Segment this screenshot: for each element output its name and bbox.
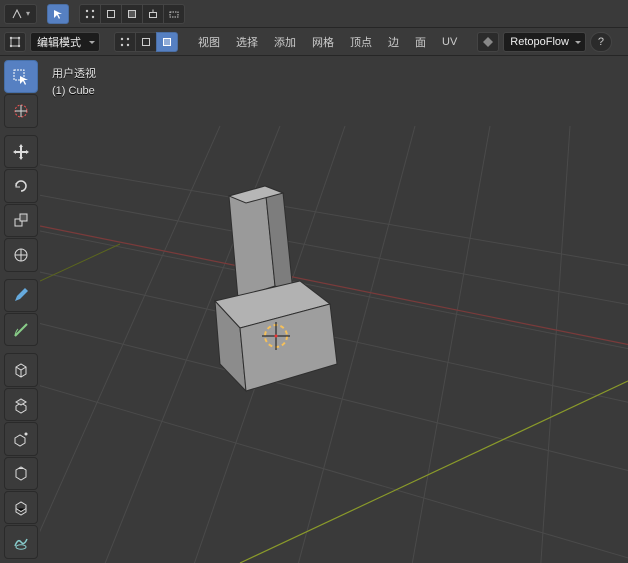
edge-icon — [105, 8, 117, 20]
transform-orientation[interactable]: ▾ — [4, 4, 37, 24]
viewport-overlay: 用户透视 (1) Cube — [52, 66, 96, 99]
mesh-sel-edge[interactable] — [135, 32, 157, 52]
help-button[interactable]: ? — [590, 32, 612, 52]
menu-select[interactable]: 选择 — [230, 32, 264, 52]
vertex-dots-icon — [84, 8, 96, 20]
menu-view[interactable]: 视图 — [192, 32, 226, 52]
viewport-3d[interactable]: 用户透视 (1) Cube — [40, 56, 628, 563]
tool-scale[interactable] — [4, 204, 38, 237]
tool-select-box[interactable] — [4, 60, 38, 93]
menu-mesh[interactable]: 网格 — [306, 32, 340, 52]
menu-face[interactable]: 面 — [409, 32, 432, 52]
tool-smooth[interactable] — [4, 525, 38, 558]
rotate-icon — [12, 177, 30, 195]
face-icon — [126, 8, 138, 20]
scale-icon — [12, 211, 30, 229]
bevel-icon — [12, 464, 30, 482]
tool-move[interactable] — [4, 135, 38, 168]
menu-uv[interactable]: UV — [436, 32, 463, 52]
tool-extrude-region[interactable] — [4, 388, 38, 421]
cube-icon — [12, 361, 30, 379]
tool-rotate[interactable] — [4, 169, 38, 202]
smooth-icon — [12, 533, 30, 551]
tool-annotate[interactable] — [4, 279, 38, 312]
loopcut-icon — [12, 499, 30, 517]
tool-cursor[interactable] — [4, 94, 38, 127]
orientation-icon — [11, 8, 23, 20]
sel-mode-vertex[interactable] — [79, 4, 101, 24]
face-icon — [161, 36, 173, 48]
help-icon: ? — [598, 36, 604, 48]
mesh-sel-vertex[interactable] — [114, 32, 136, 52]
mesh-select-mode-group — [114, 32, 178, 52]
tool-shelf — [0, 56, 40, 563]
edge-icon — [140, 36, 152, 48]
menu-vertex[interactable]: 顶点 — [344, 32, 378, 52]
overlay-toggle[interactable] — [477, 32, 499, 52]
header-toolbar-2: 编辑模式 视图 选择 添加 网格 顶点 边 面 UV RetopoFlow ? — [0, 28, 628, 56]
cursor-tool-button[interactable] — [47, 4, 69, 24]
diamond-icon — [483, 37, 493, 47]
sel-mode-normal[interactable] — [142, 4, 164, 24]
extrude-icon — [12, 396, 30, 414]
normal-icon — [147, 8, 159, 20]
tool-measure[interactable] — [4, 313, 38, 346]
sel-mode-island[interactable] — [163, 4, 185, 24]
mode-icon-button[interactable] — [4, 32, 26, 52]
overlay-object: (1) Cube — [52, 83, 96, 100]
extrude-cursor-icon — [12, 430, 30, 448]
vertex-icon — [119, 36, 131, 48]
select-box-icon — [12, 68, 30, 86]
retopoflow-dropdown[interactable]: RetopoFlow — [503, 32, 586, 52]
menu-edge[interactable]: 边 — [382, 32, 405, 52]
tool-loop-cut[interactable] — [4, 491, 38, 524]
retopoflow-label: RetopoFlow — [510, 36, 569, 48]
mesh-edit-icon — [9, 36, 21, 48]
mesh-sel-face[interactable] — [156, 32, 178, 52]
sel-mode-edge[interactable] — [100, 4, 122, 24]
cursor-arrow-icon — [52, 8, 64, 20]
cursor-icon — [12, 102, 30, 120]
viewport-canvas — [40, 56, 628, 563]
mode-dropdown[interactable]: 编辑模式 — [30, 32, 100, 52]
transform-icon — [12, 246, 30, 264]
pencil-icon — [12, 286, 30, 304]
measure-icon — [12, 321, 30, 339]
tool-add-cube[interactable] — [4, 353, 38, 386]
overlay-projection: 用户透视 — [52, 66, 96, 83]
move-icon — [12, 143, 30, 161]
menu-add[interactable]: 添加 — [268, 32, 302, 52]
tool-extrude-to-cursor[interactable] — [4, 422, 38, 455]
tool-bevel[interactable] — [4, 457, 38, 490]
header-toolbar-1: ▾ — [0, 0, 628, 28]
island-icon — [168, 8, 180, 20]
select-mode-group — [79, 4, 185, 24]
mode-label: 编辑模式 — [37, 34, 81, 50]
mesh-slab — [229, 186, 293, 298]
viewport-area: 用户透视 (1) Cube — [0, 56, 628, 563]
tool-transform[interactable] — [4, 238, 38, 271]
sel-mode-face[interactable] — [121, 4, 143, 24]
